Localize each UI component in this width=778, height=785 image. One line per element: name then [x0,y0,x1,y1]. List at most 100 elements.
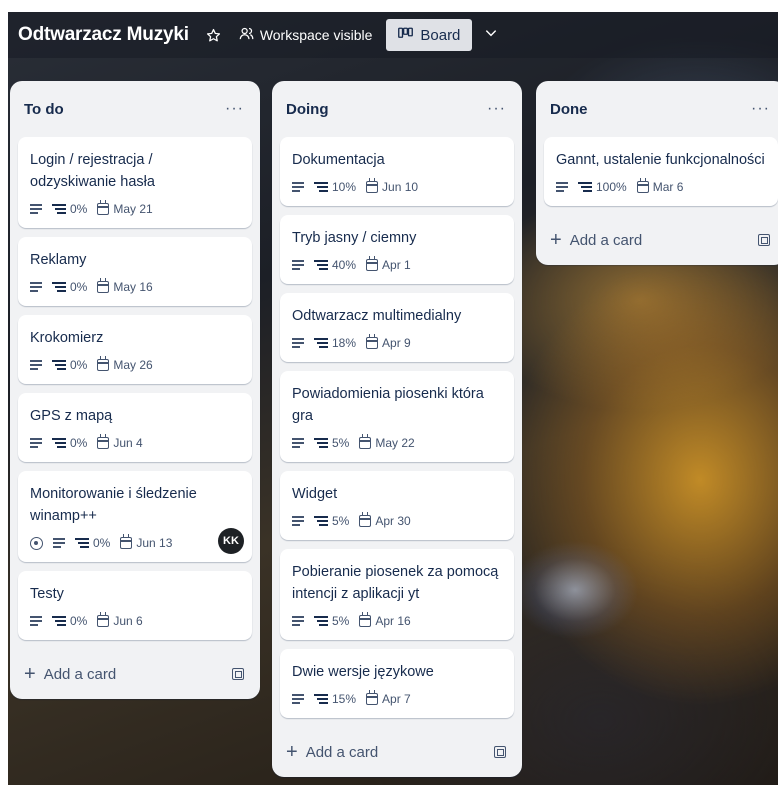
board-icon [398,27,414,44]
add-card-button[interactable]: + Add a card [550,230,642,250]
card-title: Dokumentacja [292,152,385,168]
progress-icon [52,359,66,371]
template-icon[interactable] [494,746,506,758]
card-badges: 40% Apr 1 [292,254,502,276]
add-card-row: + Add a card [18,649,252,699]
due-date-badge[interactable]: Apr 9 [366,334,411,350]
add-card-label: Add a card [43,665,117,683]
list-menu-icon[interactable]: ··· [487,100,506,118]
template-icon[interactable] [232,668,244,680]
card-title: Tryb jasny / ciemny [292,230,417,246]
card[interactable]: Widget 5% Apr 30 [280,471,514,540]
progress-value: 0% [70,358,88,372]
description-badge [30,282,42,292]
chevron-down-icon[interactable] [484,26,498,44]
list-title[interactable]: Done [550,101,588,118]
card[interactable]: Dokumentacja 10% Jun 10 [280,137,514,206]
list-menu-icon[interactable]: ··· [225,100,244,118]
card[interactable]: Reklamy 0% May 16 [18,237,252,306]
due-date-badge[interactable]: May 21 [97,200,153,216]
calendar-icon [97,278,110,293]
due-date: Apr 7 [382,692,411,706]
card-badges: 15% Apr 7 [292,688,502,710]
description-badge [292,438,304,448]
progress-value: 5% [332,436,350,450]
due-date-badge[interactable]: May 26 [97,356,153,372]
progress-value: 15% [332,692,357,706]
card[interactable]: Pobieranie piosenek za pomocą intencji z… [280,549,514,640]
list-menu-icon[interactable]: ··· [751,100,770,118]
description-badge [292,516,304,526]
card[interactable]: GPS z mapą 0% Jun 4 [18,393,252,462]
card-badges: 5% Apr 30 [292,510,502,532]
due-date-badge[interactable]: Jun 4 [97,434,143,450]
due-date: Mar 6 [652,180,684,194]
description-badge [53,538,65,548]
card-badges: 0% May 21 [30,198,240,220]
list-title[interactable]: To do [24,101,64,118]
add-card-label: Add a card [305,743,379,761]
due-date-badge[interactable]: May 22 [359,434,415,450]
card[interactable]: Monitorowanie i śledzenie winamp++ 0% Ju… [18,471,252,562]
avatar[interactable]: KK [218,528,244,554]
due-date: May 16 [113,280,153,294]
due-date-badge[interactable]: Jun 13 [120,534,172,550]
progress-icon [314,337,328,349]
workspace-icon [239,26,254,44]
progress-icon [52,615,66,627]
card[interactable]: Login / rejestracja / odzyskiwanie hasła… [18,137,252,228]
window-frame-left [0,0,8,785]
card-title: Pobieranie piosenek za pomocą intencji z… [292,564,499,602]
star-icon[interactable] [203,24,225,46]
plus-icon: + [24,663,36,685]
board-view-button[interactable]: Board [386,19,473,51]
description-icon [292,438,304,448]
due-date-badge[interactable]: Apr 7 [366,690,411,706]
board-title[interactable]: Odtwarzacz Muzyki [18,24,189,46]
due-date: May 22 [375,436,415,450]
progress-badge: 0% [52,280,87,294]
progress-icon [314,615,328,627]
template-icon[interactable] [758,234,770,246]
visibility-label: Workspace visible [259,27,373,43]
due-date-badge[interactable]: Jun 10 [366,178,418,194]
card-badges: 5% Apr 16 [292,610,502,632]
due-date-badge[interactable]: May 16 [97,278,153,294]
card[interactable]: Odtwarzacz multimedialny 18% Apr 9 [280,293,514,362]
add-card-button[interactable]: + Add a card [24,664,116,684]
due-date-badge[interactable]: Apr 1 [366,256,411,272]
card-title: Krokomierz [30,330,104,346]
due-date-badge[interactable]: Mar 6 [636,178,684,194]
due-date-badge[interactable]: Jun 6 [97,612,143,628]
card[interactable]: Testy 0% Jun 6 [18,571,252,640]
card[interactable]: Dwie wersje językowe 15% Apr 7 [280,649,514,718]
calendar-icon [366,256,379,271]
card-title: Gannt, ustalenie funkcjonalności [556,152,765,168]
add-card-label: Add a card [569,231,643,249]
progress-badge: 5% [314,614,349,628]
card[interactable]: Tryb jasny / ciemny 40% Apr 1 [280,215,514,284]
progress-badge: 0% [52,202,87,216]
card[interactable]: Krokomierz 0% May 26 [18,315,252,384]
calendar-icon [120,534,133,549]
progress-badge: 0% [52,436,87,450]
card[interactable]: Powiadomienia piosenki która gra 5% May … [280,371,514,462]
card[interactable]: Gannt, ustalenie funkcjonalności 100% Ma… [544,137,778,206]
add-card-row: + Add a card [544,215,778,265]
card-title: Powiadomienia piosenki która gra [292,386,484,424]
visibility-button[interactable]: Workspace visible [239,26,373,44]
due-date: May 26 [113,358,153,372]
progress-badge: 5% [314,436,349,450]
add-card-button[interactable]: + Add a card [286,742,378,762]
due-date-badge[interactable]: Apr 30 [359,512,411,528]
due-date-badge[interactable]: Apr 16 [359,612,411,628]
list-title[interactable]: Doing [286,101,329,118]
calendar-icon [359,434,372,449]
calendar-icon [366,334,379,349]
progress-value: 0% [70,614,88,628]
progress-icon [314,515,328,527]
due-date: Apr 9 [382,336,411,350]
card-badges: 0% Jun 4 [30,432,240,454]
calendar-icon [359,612,372,627]
card-title: Dwie wersje językowe [292,664,434,680]
